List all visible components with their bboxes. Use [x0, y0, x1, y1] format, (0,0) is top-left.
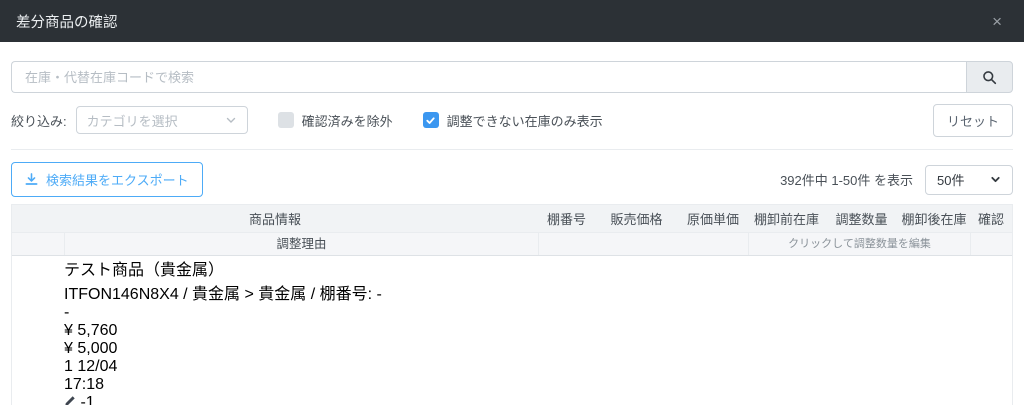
- export-button-label: 検索結果をエクスポート: [46, 173, 189, 188]
- filter-row: 絞り込み: カテゴリを選択 確認済みを除外 調整できない在庫のみ表示 リセット: [11, 103, 1013, 137]
- category-select[interactable]: カテゴリを選択: [75, 106, 248, 134]
- category-select-placeholder: カテゴリを選択: [86, 113, 178, 129]
- adjust-quantity-value: -1: [80, 394, 95, 405]
- row-main: テスト商品（貴金属） ITFON146N8X4 / 貴金属 > 貴金属 / 棚番…: [64, 256, 382, 405]
- check-mark-icon: [426, 116, 435, 124]
- checkbox-unchecked-icon: [277, 112, 294, 128]
- diff-products-table: 商品情報 棚番号 販売価格 原価単価 棚卸前在庫 調整数量 棚卸後在庫 確認 調…: [11, 204, 1013, 405]
- subheader-reason: 調整理由: [64, 233, 538, 255]
- col-header-stock-before: 棚卸前在庫: [753, 212, 819, 227]
- product-meta: / 貴金属 > 貴金属 / 棚番号: -: [178, 286, 382, 303]
- col-header-price: 販売価格: [610, 212, 663, 227]
- shelf-cell: -: [64, 304, 70, 321]
- download-icon: [25, 173, 38, 185]
- subheader-spacer: [538, 233, 748, 255]
- subheader-edit-hint: クリックして調整数量を編集: [748, 233, 970, 255]
- col-header-confirm: 確認: [977, 212, 1004, 227]
- close-icon[interactable]: ×: [986, 13, 1008, 30]
- section-divider: [11, 149, 1013, 150]
- only-unadjustable-label: 調整できない在庫のみ表示: [446, 113, 603, 129]
- exclude-confirmed-checkbox[interactable]: 確認済みを除外: [277, 111, 393, 130]
- search-input[interactable]: [11, 61, 966, 93]
- subheader-confirm-spacer: [970, 233, 1012, 255]
- filter-label: 絞り込み:: [11, 113, 67, 129]
- exclude-confirmed-label: 確認済みを除外: [301, 113, 393, 129]
- cost-cell: ¥ 5,000: [64, 340, 118, 357]
- results-toolbar: 検索結果をエクスポート 392件中 1-50件 を表示 50件: [11, 162, 1013, 197]
- reset-button[interactable]: リセット: [932, 103, 1013, 137]
- price-cell: ¥ 5,760: [64, 322, 118, 339]
- col-header-cost: 原価単価: [686, 212, 739, 227]
- product-name: テスト商品（貴金属）: [64, 262, 225, 279]
- table-row: テスト商品（貴金属） ITFON146N8X4 / 貴金属 > 貴金属 / 棚番…: [12, 255, 1012, 405]
- diff-products-modal: 差分商品の確認 × 絞り込み: カテゴリを選択: [0, 0, 1024, 405]
- product-info: テスト商品（貴金属） ITFON146N8X4 / 貴金属 > 貴金属 / 棚番…: [64, 256, 382, 304]
- modal-title: 差分商品の確認: [16, 14, 118, 31]
- product-thumbnail[interactable]: [14, 258, 62, 306]
- export-button[interactable]: 検索結果をエクスポート: [11, 162, 203, 197]
- col-header-stock-after: 棚卸後在庫: [901, 212, 967, 227]
- page-size-select[interactable]: 50件: [925, 164, 1013, 195]
- col-header-shelf: 棚番号: [546, 212, 586, 227]
- chevron-down-icon: [991, 176, 1000, 183]
- modal-body: 絞り込み: カテゴリを選択 確認済みを除外 調整できない在庫のみ表示: [0, 61, 1024, 405]
- chevron-down-icon: [226, 117, 235, 123]
- table-header-row: 商品情報 棚番号 販売価格 原価単価 棚卸前在庫 調整数量 棚卸後在庫 確認: [12, 205, 1012, 232]
- row-product-line: テスト商品（貴金属） ITFON146N8X4 / 貴金属 > 貴金属 / 棚番…: [64, 256, 382, 405]
- stock-before-cell: 1 12/04 17:18: [64, 358, 141, 394]
- checkbox-checked-icon: [422, 112, 439, 128]
- col-header-adjust: 調整数量: [835, 212, 888, 227]
- product-subline: ITFON146N8X4 / 貴金属 > 貴金属 / 棚番号: -: [64, 280, 382, 304]
- subheader-image-spacer: [12, 233, 64, 255]
- search-button[interactable]: [966, 61, 1013, 93]
- page-size-value: 50件: [937, 173, 965, 188]
- only-unadjustable-checkbox[interactable]: 調整できない在庫のみ表示: [422, 111, 603, 130]
- stock-before-value: 1: [64, 358, 73, 375]
- result-summary: 392件中 1-50件 を表示: [780, 173, 913, 188]
- product-code-link[interactable]: ITFON146N8X4: [64, 286, 179, 303]
- search-icon: [983, 70, 997, 84]
- col-header-product: 商品情報: [248, 212, 301, 227]
- search-group: [11, 61, 1013, 93]
- pencil-icon: [65, 396, 75, 405]
- adjust-quantity-cell[interactable]: -1: [64, 394, 382, 405]
- modal-header: 差分商品の確認 ×: [0, 0, 1024, 42]
- product-image-cell: [12, 256, 64, 405]
- table-subheader-row: 調整理由 クリックして調整数量を編集: [12, 232, 1012, 255]
